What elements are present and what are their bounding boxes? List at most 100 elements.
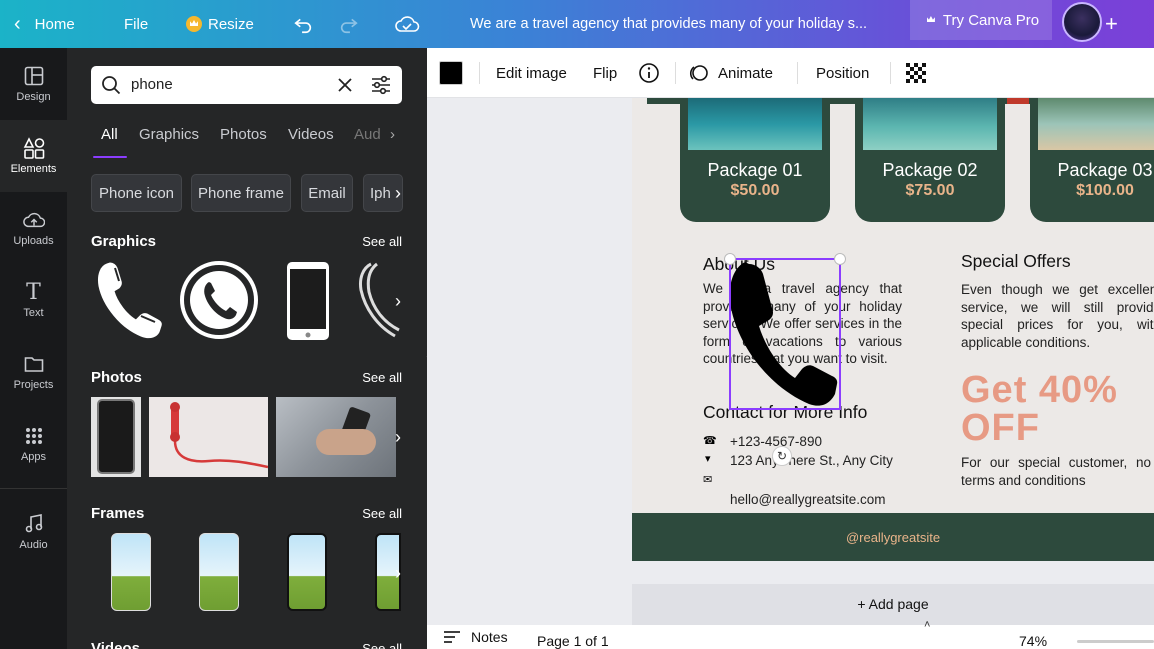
resize-handle-top-right[interactable] xyxy=(834,253,846,265)
undo-button[interactable] xyxy=(292,0,314,48)
toolbar-divider xyxy=(479,62,480,84)
position-button[interactable]: Position xyxy=(816,48,869,98)
top-strip-accent xyxy=(1007,98,1029,104)
offer-note[interactable]: For our special customer, no terms and c… xyxy=(961,454,1151,489)
rotate-icon[interactable]: ↻ xyxy=(772,446,792,466)
rail-item-apps[interactable]: Apps xyxy=(0,408,67,480)
package-photo xyxy=(1038,98,1154,150)
graphics-next-arrow[interactable]: › xyxy=(385,288,411,314)
package-card-1[interactable]: Package 01 $50.00 xyxy=(680,98,830,222)
cloud-saved-button[interactable] xyxy=(394,0,420,48)
offer-headline[interactable]: Get 40% OFF xyxy=(961,371,1154,447)
crown-icon xyxy=(923,12,937,28)
animate-button[interactable]: Animate xyxy=(688,48,773,98)
cloud-check-icon xyxy=(395,16,420,32)
chip-phone-icon[interactable]: Phone icon xyxy=(91,174,182,212)
rail-item-uploads[interactable]: Uploads xyxy=(0,192,67,264)
tab-videos[interactable]: Videos xyxy=(288,126,334,143)
transparency-button[interactable] xyxy=(906,48,926,98)
chip-phone-frame[interactable]: Phone frame xyxy=(191,174,291,212)
edit-image-button[interactable]: Edit image xyxy=(496,48,567,98)
color-swatch-button[interactable] xyxy=(439,48,463,98)
chevron-left-icon: ‹ xyxy=(14,12,21,35)
offers-text[interactable]: Even though we get excellent service, we… xyxy=(961,281,1154,351)
photo-phone-mockup[interactable] xyxy=(91,397,141,477)
see-all-frames[interactable]: See all xyxy=(362,506,402,521)
frame-phone-1[interactable] xyxy=(111,533,151,611)
rail-item-audio[interactable]: Audio xyxy=(0,496,67,568)
crown-icon xyxy=(186,16,202,32)
graphic-smartphone[interactable] xyxy=(285,260,331,342)
flip-button[interactable]: Flip xyxy=(593,48,617,98)
see-all-videos[interactable]: See all xyxy=(362,641,402,649)
grid-icon xyxy=(23,425,45,447)
rail-item-elements[interactable]: Elements xyxy=(0,120,67,192)
chip-email[interactable]: Email xyxy=(301,174,353,212)
file-menu[interactable]: File xyxy=(124,0,148,48)
hand-shape xyxy=(316,429,376,455)
try-canva-pro-button[interactable]: Try Canva Pro xyxy=(910,0,1052,40)
avatar[interactable] xyxy=(1062,2,1102,42)
zoom-slider[interactable] xyxy=(1077,640,1154,643)
design-page[interactable]: Package 01 $50.00 Package 02 $75.00 Pack… xyxy=(632,98,1154,561)
animate-icon xyxy=(689,65,708,81)
tab-audio[interactable]: Aud xyxy=(354,126,381,143)
photo-red-telephone[interactable] xyxy=(149,397,268,477)
add-collaborator-button[interactable]: + xyxy=(1105,0,1118,48)
shapes-icon xyxy=(23,137,45,159)
contact-address[interactable]: 123 Anywhere St., Any City xyxy=(730,452,900,470)
info-icon xyxy=(639,63,659,83)
offers-title[interactable]: Special Offers xyxy=(961,251,1071,272)
toolbar-divider xyxy=(797,62,798,84)
chevron-right-icon[interactable]: › xyxy=(390,126,395,143)
frames-next-arrow[interactable]: › xyxy=(385,560,411,586)
rail-item-projects[interactable]: Projects xyxy=(0,336,67,408)
chips-next-arrow[interactable]: › xyxy=(385,180,411,206)
graphic-phone-handset[interactable] xyxy=(95,258,165,342)
contact-email[interactable]: hello@reallygreatsite.com xyxy=(730,491,886,509)
rail-label: Projects xyxy=(13,379,54,391)
chevron-up-icon[interactable]: ˄ xyxy=(924,619,930,631)
photos-next-arrow[interactable]: › xyxy=(385,424,411,450)
notes-button[interactable]: Notes xyxy=(443,629,508,645)
zoom-level[interactable]: 74% xyxy=(1019,633,1047,649)
document-title[interactable]: We are a travel agency that provides man… xyxy=(470,0,867,48)
resize-button[interactable]: Resize xyxy=(186,0,254,48)
search-icon xyxy=(102,76,121,95)
home-button[interactable]: ‹ Home xyxy=(14,0,75,48)
location-pin-icon: ▾ xyxy=(705,453,711,465)
search-box[interactable]: phone xyxy=(91,66,402,104)
package-card-2[interactable]: Package 02 $75.00 xyxy=(855,98,1005,222)
footer-band[interactable]: @reallygreatsite xyxy=(632,513,1154,561)
see-all-graphics[interactable]: See all xyxy=(362,234,402,249)
package-name: Package 01 xyxy=(707,160,803,180)
graphic-phone-circle[interactable] xyxy=(179,260,259,340)
rail-label: Apps xyxy=(20,451,47,463)
package-price: $100.00 xyxy=(1076,182,1134,199)
tab-all[interactable]: All xyxy=(101,126,118,143)
resize-handle-top-left[interactable] xyxy=(724,253,736,265)
toolbar-divider xyxy=(675,62,676,84)
text-icon: T xyxy=(26,279,41,305)
rail-item-design[interactable]: Design xyxy=(0,48,67,120)
redo-button[interactable] xyxy=(338,0,360,48)
tab-graphics[interactable]: Graphics xyxy=(139,126,199,143)
rail-label: Audio xyxy=(19,539,48,551)
add-page-button[interactable]: + Add page xyxy=(632,584,1154,625)
frame-phone-2[interactable] xyxy=(199,533,239,611)
tab-photos[interactable]: Photos xyxy=(220,126,267,143)
info-button[interactable] xyxy=(638,48,660,98)
package-card-3[interactable]: Package 03 $100.00 xyxy=(1030,98,1154,222)
rail-item-text[interactable]: T Text xyxy=(0,264,67,336)
rail-label: Text xyxy=(23,307,44,319)
page-indicator[interactable]: Page 1 of 1 xyxy=(537,633,609,649)
cloud-upload-icon xyxy=(22,209,45,231)
side-rail: Design Elements Uploads T Text Projects … xyxy=(0,48,67,649)
rail-label: Design xyxy=(16,91,51,103)
frame-phone-3[interactable] xyxy=(287,533,327,611)
photo-hands-phone[interactable] xyxy=(276,397,396,477)
search-input[interactable]: phone xyxy=(131,76,173,93)
notes-icon xyxy=(444,631,460,643)
see-all-photos[interactable]: See all xyxy=(362,370,402,385)
section-title-videos: Videos xyxy=(91,640,140,649)
